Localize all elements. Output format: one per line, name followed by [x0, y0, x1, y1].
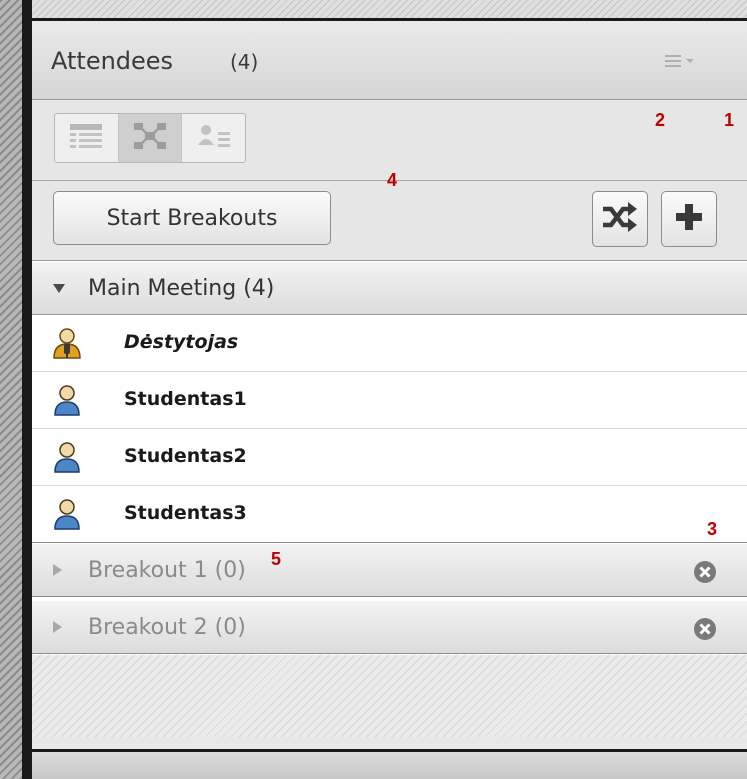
attendee-row[interactable]: Studentas1	[32, 372, 747, 429]
shuffle-button[interactable]	[592, 191, 648, 247]
view-toolbar	[32, 100, 747, 181]
attendee-name: Studentas2	[124, 445, 247, 467]
breakout-view-icon	[133, 122, 167, 154]
expand-triangle-icon[interactable]	[53, 564, 62, 576]
annotation-marker-1: 1	[724, 110, 735, 130]
start-breakouts-button[interactable]: Start Breakouts	[53, 191, 331, 245]
attendee-row[interactable]: Studentas2	[32, 429, 747, 486]
plus-icon	[674, 202, 704, 236]
breakout-2-header[interactable]: Breakout 2 (0)	[32, 601, 747, 654]
participant-icon	[52, 498, 82, 530]
attendees-pod: Attendees (4) Start Breakouts Main Meeti…	[32, 0, 747, 779]
participant-icon	[52, 441, 82, 473]
left-hatched-border	[0, 0, 22, 779]
empty-area	[32, 655, 747, 737]
annotation-marker-3: 3	[707, 519, 718, 539]
footer-divider	[32, 737, 747, 752]
add-breakout-button[interactable]	[661, 191, 717, 247]
remove-breakout-1-icon[interactable]	[693, 560, 717, 584]
presenter-icon	[52, 327, 82, 359]
role-view-button[interactable]	[182, 114, 245, 162]
attendee-row-host[interactable]: Dėstytojas	[32, 315, 747, 372]
attendee-name: Studentas3	[124, 502, 247, 524]
attendee-row[interactable]: Studentas3	[32, 486, 747, 543]
annotation-marker-2: 2	[655, 110, 666, 130]
attendee-name: Studentas1	[124, 388, 247, 410]
remove-breakout-2-icon[interactable]	[693, 617, 717, 641]
list-view-icon	[69, 123, 103, 153]
attendee-count: (4)	[230, 50, 259, 74]
view-switcher	[54, 113, 246, 163]
breakout-action-bar: Start Breakouts	[32, 181, 747, 261]
annotation-marker-5: 5	[271, 549, 282, 569]
role-view-icon	[197, 123, 231, 153]
participant-icon	[52, 384, 82, 416]
top-hatched-border	[32, 0, 747, 21]
breakout-2-label: Breakout 2 (0)	[88, 615, 246, 640]
shuffle-icon	[600, 200, 640, 238]
pod-footer	[32, 752, 747, 779]
pod-menu-icon[interactable]	[664, 51, 698, 71]
pod-header: Attendees (4)	[32, 21, 747, 100]
collapse-triangle-icon[interactable]	[53, 284, 65, 293]
list-view-button[interactable]	[55, 114, 119, 162]
annotation-marker-4: 4	[387, 170, 398, 190]
breakout-1-header[interactable]: Breakout 1 (0)	[32, 544, 747, 597]
main-meeting-header[interactable]: Main Meeting (4)	[32, 262, 747, 315]
breakout-1-label: Breakout 1 (0)	[88, 558, 246, 583]
left-dark-edge	[22, 0, 32, 779]
main-meeting-label: Main Meeting (4)	[88, 276, 275, 301]
pod-title: Attendees	[51, 47, 174, 75]
breakout-view-button[interactable]	[118, 114, 183, 162]
attendee-name: Dėstytojas	[124, 331, 239, 353]
expand-triangle-icon[interactable]	[53, 621, 62, 633]
